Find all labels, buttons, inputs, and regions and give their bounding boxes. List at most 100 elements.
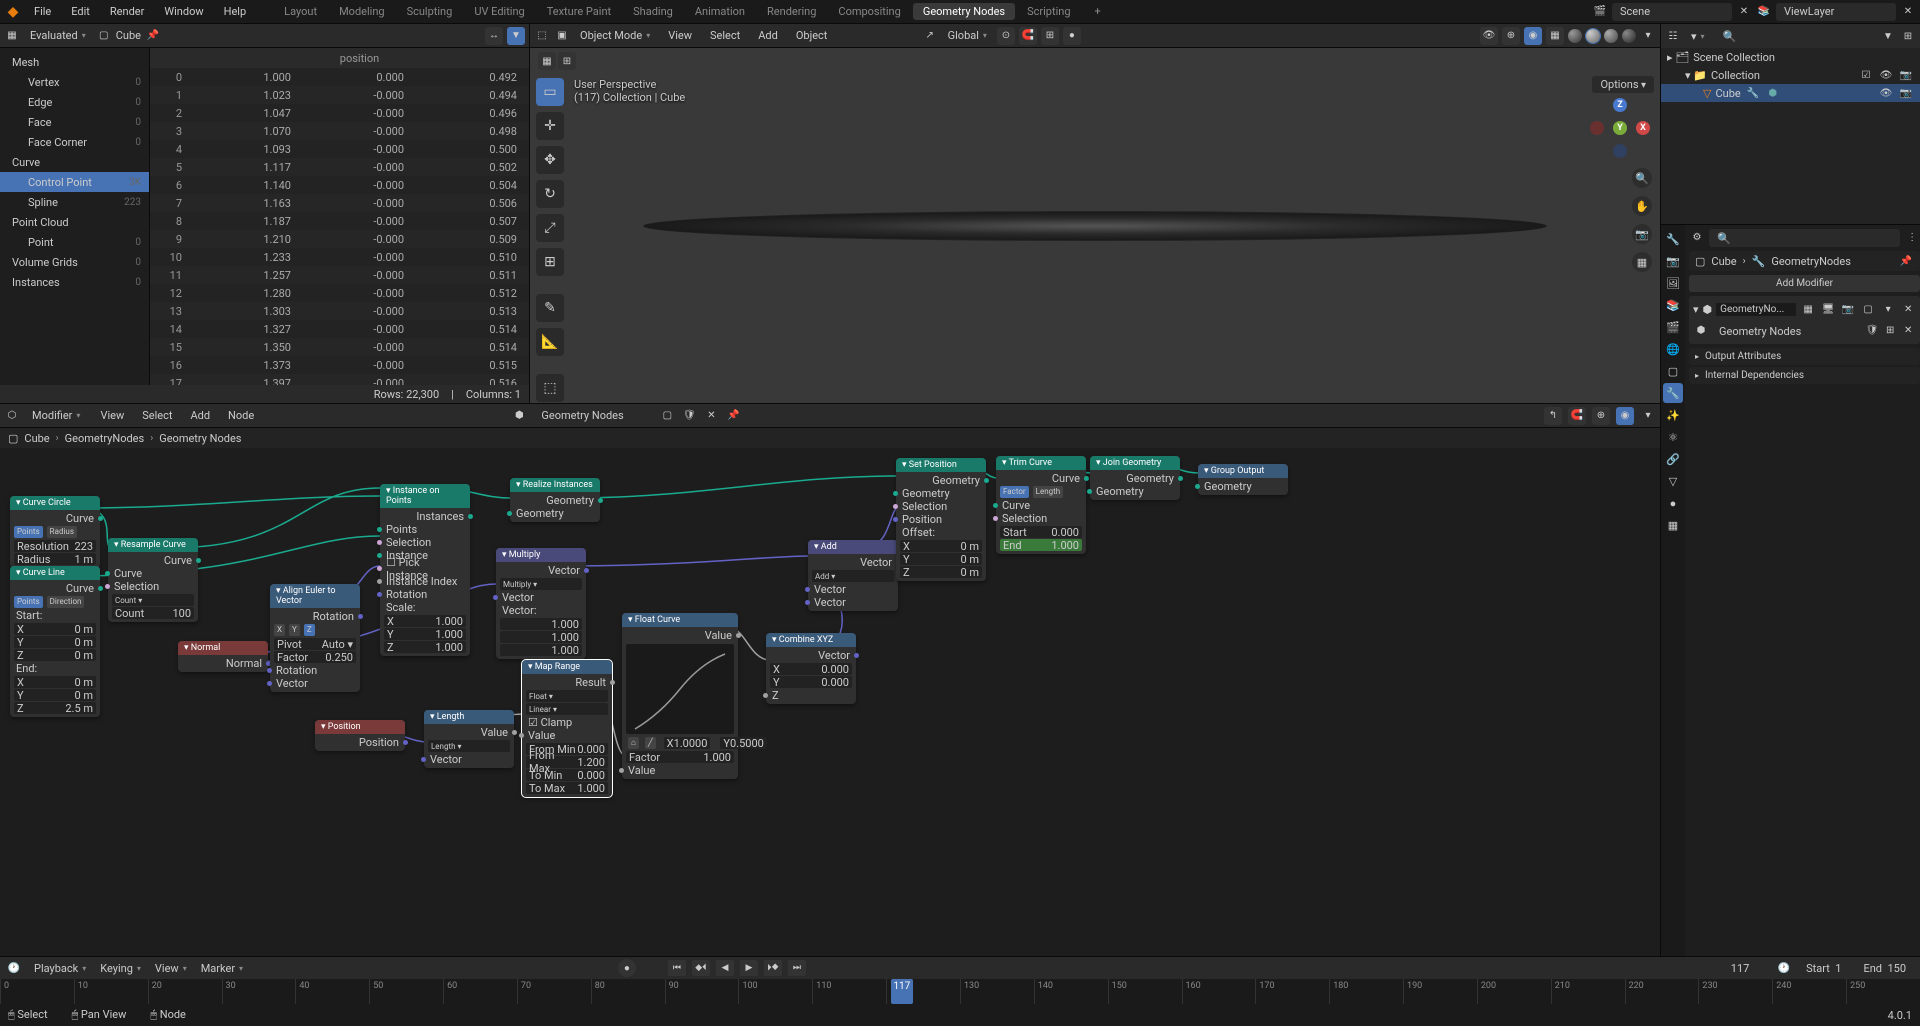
workspace-tab-layout[interactable]: Layout [274,3,327,20]
domain-volume-grids[interactable]: Volume Grids0 [0,252,149,272]
snap-icon[interactable]: 🧲 [1019,27,1037,45]
outliner-collection[interactable]: ▾ 📁Collection ☑ 👁 📷 [1661,66,1920,84]
chevron-down-icon[interactable]: ▾ [1693,303,1699,316]
add-workspace-btn[interactable]: + [1085,3,1111,20]
domain-face[interactable]: Face0 [0,112,149,132]
viewport-menu-object[interactable]: Object [788,27,836,44]
menu-help[interactable]: Help [216,3,255,20]
select-box-toolsetting-icon[interactable]: ▦ [538,52,556,70]
move-tool[interactable]: ✥ [536,146,564,174]
shading-wireframe-icon[interactable] [1568,29,1582,43]
viewport-3d[interactable]: ▦ ⊞ Options ▾ ▭ ✛ ✥ ↻ ⤢ ⊞ ✎ 📐 [530,48,1660,403]
timeline-menu-keying[interactable]: Keying [94,959,147,977]
zoom-gizmo-icon[interactable]: 🔍 [1632,168,1652,188]
domain-vertex[interactable]: Vertex0 [0,72,149,92]
pin-node-icon[interactable]: 📌 [725,408,741,424]
pivot-icon[interactable]: ⊙ [997,27,1015,45]
nodetree-name-field[interactable]: Geometry Nodes [533,407,653,425]
menu-window[interactable]: Window [156,3,211,20]
nodetree-fake-user-icon[interactable]: 🛡 [1864,322,1880,338]
prop-tab-material[interactable]: ● [1663,493,1683,513]
viewlayer-new-icon[interactable]: ✕ [1900,4,1916,20]
node-overlay-icon[interactable]: ◉ [1616,407,1634,425]
outliner-new-collection-icon[interactable]: ⊞ [1900,28,1916,44]
pan-gizmo-icon[interactable]: ✋ [1632,196,1652,216]
shading-material-icon[interactable] [1604,29,1618,43]
domain-point[interactable]: Point0 [0,232,149,252]
snap-type-icon[interactable]: ⊞ [1041,27,1059,45]
jump-end-icon[interactable]: ⏭ [788,960,806,976]
prop-tab-world[interactable]: 🌐 [1663,339,1683,359]
nodetree-browse-icon[interactable]: ▢ [659,408,675,424]
node-set-position[interactable]: ▾ Set PositionGeometryGeometrySelectionP… [896,458,986,581]
add-cube-tool[interactable]: ⬚ [536,374,564,402]
mod-edit-icon[interactable]: ▦ [1800,301,1816,317]
node-menu-node[interactable]: Node [220,407,262,424]
perspective-gizmo-icon[interactable]: ▦ [1632,252,1652,272]
auto-keying-icon[interactable]: ● [618,959,636,977]
viewport-menu-add[interactable]: Add [750,27,786,44]
interaction-mode-dropdown[interactable]: Object Mode [574,27,656,45]
shading-rendered-icon[interactable] [1622,29,1636,43]
prop-tab-particles[interactable]: ✨ [1663,405,1683,425]
timeline-menu-playback[interactable]: Playback [28,959,92,977]
prop-tab-object[interactable]: ▢ [1663,361,1683,381]
outliner-object-cube[interactable]: ▽Cube 🔧 ⬢ 👁 📷 [1661,84,1920,102]
viewport-menu-view[interactable]: View [660,27,700,44]
workspace-tab-texture-paint[interactable]: Texture Paint [537,3,621,20]
pin-icon[interactable]: 📌 [145,28,161,44]
preview-range-icon[interactable]: 🕐 [1776,960,1792,976]
workspace-tab-uv-editing[interactable]: UV Editing [464,3,534,20]
viewport-editor-icon[interactable]: ⬚ [534,28,550,44]
transform-tool[interactable]: ⊞ [536,248,564,276]
menu-edit[interactable]: Edit [63,3,98,20]
modifier-name-input[interactable] [1716,303,1796,316]
node-join-geometry[interactable]: ▾ Join GeometryGeometryGeometry [1090,456,1180,500]
xray-icon[interactable]: ▦ [1546,27,1564,45]
cursor-tool[interactable]: ✛ [536,112,564,140]
node-curve-line[interactable]: ▾ Curve LineCurvePointsDirectionStart:X0… [10,566,100,717]
select-mode-toolsetting-icon[interactable]: ⊞ [558,52,576,70]
mod-realtime-icon[interactable]: 🖥 [1820,301,1836,317]
visibility-icon[interactable]: 👁 [1480,27,1498,45]
node-snap-icon[interactable]: 🧲 [1568,407,1586,425]
measure-tool[interactable]: 📐 [536,328,564,356]
annotate-tool[interactable]: ✎ [536,294,564,322]
start-frame-field[interactable]: Start 1 [1798,959,1849,977]
node-float-curve[interactable]: ▾ Float CurveValue⌂╱X1.0000Y0.5000Factor… [622,613,738,779]
node-menu-select[interactable]: Select [134,407,180,424]
domain-control-point[interactable]: Control Point3K [0,172,149,192]
node-normal[interactable]: ▾ NormalNormal [178,641,268,672]
domain-face-corner[interactable]: Face Corner0 [0,132,149,152]
outliner-search-input[interactable] [1715,27,1876,45]
nodetree-unlink-icon[interactable]: ✕ [1900,322,1916,338]
workspace-tab-animation[interactable]: Animation [685,3,755,20]
props-options-icon[interactable]: ⋮ [1904,229,1920,245]
node-trim-curve[interactable]: ▾ Trim CurveCurveFactorLengthCurveSelect… [996,456,1086,554]
jump-start-icon[interactable]: ⏮ [668,960,686,976]
nodetree-browse-icon[interactable]: ⬢ [1693,322,1709,338]
geometry-nodetree-type-dropdown[interactable]: Modifier [26,407,86,425]
exclude-icon[interactable]: ☑ [1858,67,1874,83]
node-map-range[interactable]: ▾ Map RangeResultFloat ▾Linear ▾☑ ClampV… [522,660,612,797]
node-editor-canvas[interactable]: ▾ Curve CircleCurvePointsRadiusResolutio… [0,448,1660,956]
node-snap-type-icon[interactable]: ⊕ [1592,407,1610,425]
current-frame-field[interactable]: 117 [1710,959,1770,977]
timeline-menu-view[interactable]: View [149,959,193,977]
domain-point-cloud[interactable]: Point Cloud [0,212,149,232]
scene-name-field[interactable]: Scene [1612,3,1732,21]
node-combine-xyz[interactable]: ▾ Combine XYZVectorX0.000Y0.000Z [766,633,856,704]
outliner-editor-icon[interactable]: ☷ [1665,28,1681,44]
workspace-tab-compositing[interactable]: Compositing [828,3,910,20]
pin-icon[interactable]: 📌 [1898,253,1914,269]
node-realize-instances[interactable]: ▾ Realize InstancesGeometryGeometry [510,478,600,522]
node-position[interactable]: ▾ PositionPosition [315,720,405,751]
workspace-tab-rendering[interactable]: Rendering [757,3,826,20]
end-frame-field[interactable]: End 150 [1855,959,1914,977]
outliner-scene-collection[interactable]: ▸ 🗂Scene Collection [1661,48,1920,66]
prop-tab-modifier[interactable]: 🔧 [1663,383,1683,403]
rotate-tool[interactable]: ↻ [536,180,564,208]
prop-tab-physics[interactable]: ⚛ [1663,427,1683,447]
nodegroup-field[interactable]: Geometry Nodes [1711,322,1862,340]
add-modifier-button[interactable]: Add Modifier [1689,275,1920,292]
